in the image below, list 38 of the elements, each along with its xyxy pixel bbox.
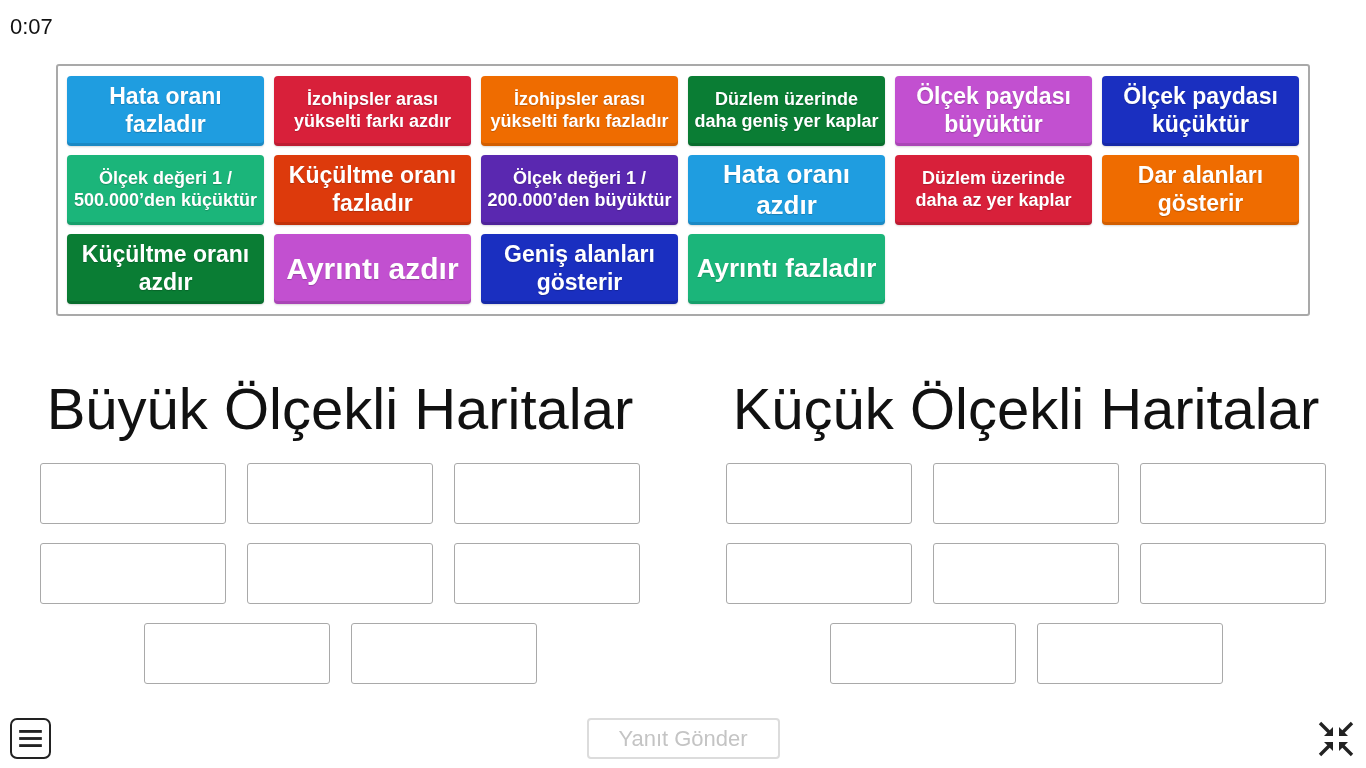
answer-tile[interactable]: Hata oranı azdır — [688, 155, 885, 225]
drop-slot[interactable] — [933, 462, 1119, 524]
answer-tile[interactable]: Geniş alanları gösterir — [481, 234, 678, 304]
group-heading: Küçük Ölçekli Haritalar — [732, 375, 1320, 443]
menu-icon — [19, 730, 42, 747]
answer-tile[interactable]: İzohipsler arası yükselti farkı fazladır — [481, 76, 678, 146]
answer-tile[interactable]: Ölçek değeri 1 / 200.000’den büyüktür — [481, 155, 678, 225]
answer-tile[interactable]: Dar alanları gösterir — [1102, 155, 1299, 225]
exit-fullscreen-icon[interactable] — [1318, 720, 1354, 757]
drop-slot[interactable] — [726, 462, 912, 524]
drop-slot[interactable] — [247, 462, 433, 524]
drop-slot[interactable] — [247, 542, 433, 604]
answer-tile[interactable]: Ölçek paydası küçüktür — [1102, 76, 1299, 146]
drop-slot[interactable] — [40, 542, 226, 604]
answer-tile[interactable]: Küçültme oranı azdır — [67, 234, 264, 304]
answer-tile[interactable]: Düzlem üzerinde daha az yer kaplar — [895, 155, 1092, 225]
drop-slot[interactable] — [933, 542, 1119, 604]
drop-slot[interactable] — [454, 462, 640, 524]
answer-tile[interactable]: Düzlem üzerinde daha geniş yer kaplar — [688, 76, 885, 146]
answer-tile[interactable]: Ölçek değeri 1 / 500.000’den küçüktür — [67, 155, 264, 225]
answer-tile[interactable]: Ölçek paydası büyüktür — [895, 76, 1092, 146]
timer: 0:07 — [10, 14, 53, 39]
answer-tile[interactable]: Ayrıntı azdır — [274, 234, 471, 304]
answer-tile[interactable]: Küçültme oranı fazladır — [274, 155, 471, 225]
drop-slot[interactable] — [1140, 462, 1326, 524]
drop-slot[interactable] — [829, 622, 1016, 684]
drop-slot[interactable] — [1140, 542, 1326, 604]
answer-tile[interactable]: Hata oranı fazladır — [67, 76, 264, 146]
answer-tile[interactable]: İzohipsler arası yükselti farkı azdır — [274, 76, 471, 146]
group-heading: Büyük Ölçekli Haritalar — [46, 375, 634, 443]
answer-tile[interactable]: Ayrıntı fazladır — [688, 234, 885, 304]
drop-slot[interactable] — [1036, 622, 1223, 684]
drop-slot[interactable] — [40, 462, 226, 524]
drop-slot[interactable] — [454, 542, 640, 604]
drop-slot[interactable] — [726, 542, 912, 604]
drop-slot[interactable] — [143, 622, 330, 684]
menu-button[interactable] — [10, 718, 51, 759]
drop-slot[interactable] — [350, 622, 537, 684]
